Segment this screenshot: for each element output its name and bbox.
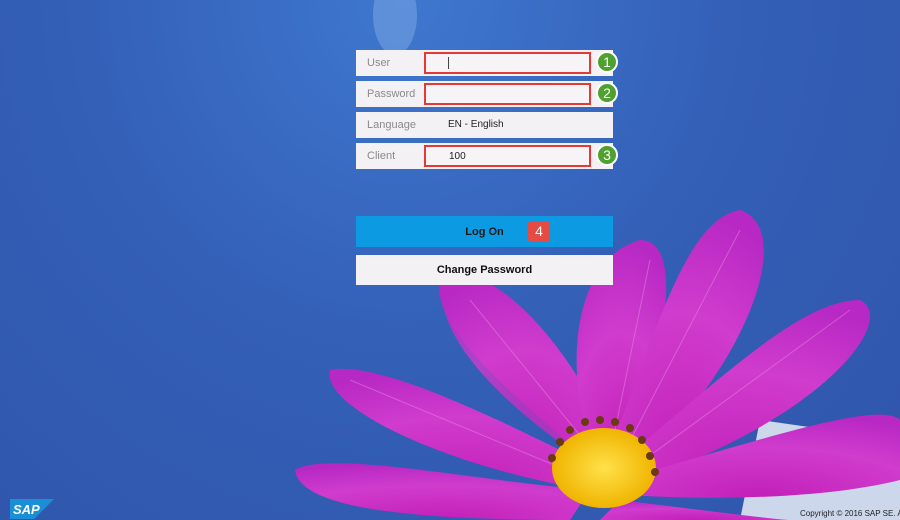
change-password-button[interactable]: Change Password xyxy=(356,255,613,285)
text-cursor xyxy=(448,57,449,69)
step-marker-4: 4 xyxy=(528,221,550,242)
step-marker-2: 2 xyxy=(596,82,618,104)
language-label: Language xyxy=(367,119,416,131)
copyright-text: Copyright © 2016 SAP SE. Al xyxy=(800,509,900,518)
client-row: Client xyxy=(356,143,613,169)
language-value[interactable]: EN - English xyxy=(448,112,504,138)
sap-logo-text: SAP xyxy=(13,502,40,517)
log-on-button[interactable]: Log On xyxy=(356,216,613,247)
language-row[interactable]: Language EN - English xyxy=(356,112,613,138)
password-label: Password xyxy=(367,88,416,100)
user-label: User xyxy=(367,57,391,69)
password-input[interactable] xyxy=(424,83,591,105)
step-marker-1: 1 xyxy=(596,51,618,73)
user-input[interactable] xyxy=(424,52,591,74)
password-row: Password xyxy=(356,81,613,107)
client-label: Client xyxy=(367,150,396,162)
client-input[interactable] xyxy=(424,145,591,167)
step-marker-3: 3 xyxy=(596,144,618,166)
user-row: User xyxy=(356,50,613,76)
sap-logo-icon: SAP xyxy=(10,499,54,519)
